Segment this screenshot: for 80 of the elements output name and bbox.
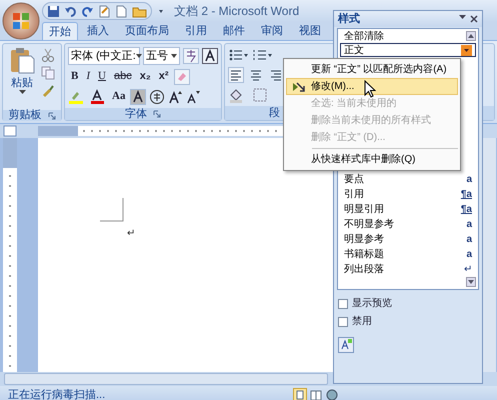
subscript-button[interactable]: x₂ xyxy=(136,68,154,85)
folder-icon[interactable] xyxy=(132,4,147,18)
caret-icon xyxy=(171,54,177,58)
bullet-list-icon[interactable] xyxy=(228,47,248,63)
checkbox[interactable] xyxy=(338,316,348,326)
ribbon-tab[interactable]: 视图 xyxy=(292,22,328,40)
modify-icon xyxy=(292,80,306,92)
horizontal-scrollbar[interactable] xyxy=(4,373,328,385)
style-item[interactable]: 引用 ¶a xyxy=(340,187,476,202)
phonetic-guide-icon[interactable] xyxy=(183,48,199,64)
font-name-field[interactable]: 宋体 (中文正: xyxy=(68,47,140,65)
numbered-list-icon[interactable] xyxy=(252,47,272,63)
strikethrough-button[interactable]: abc xyxy=(110,68,135,85)
reading-layout-icon[interactable] xyxy=(309,388,323,400)
menu-item[interactable]: 更新 “正文” 以匹配所选内容(A) xyxy=(286,61,458,78)
dropdown-icon[interactable] xyxy=(461,44,472,56)
character-shading-icon[interactable] xyxy=(130,88,146,104)
caret-icon xyxy=(136,54,142,58)
mouse-pointer-icon xyxy=(364,80,376,98)
ribbon-tab[interactable]: 页面布局 xyxy=(118,22,176,40)
save-icon[interactable] xyxy=(47,4,60,18)
scissors-icon[interactable] xyxy=(41,48,55,62)
style-item[interactable]: 全部清除 xyxy=(340,29,464,43)
shrink-font-icon[interactable] xyxy=(186,88,202,104)
brush-icon[interactable] xyxy=(41,84,55,98)
margin-corner-icon xyxy=(100,198,124,222)
vertical-scrollbar[interactable] xyxy=(482,138,496,372)
superscript-button[interactable]: x² xyxy=(156,68,172,85)
ribbon-tab[interactable]: 引用 xyxy=(178,22,214,40)
pane-title: 样式 xyxy=(338,12,360,27)
paragraph-mark: ↵ xyxy=(127,227,135,241)
bold-button[interactable]: B xyxy=(68,68,82,85)
ribbon-tab[interactable]: 开始 xyxy=(42,22,78,40)
scroll-up-icon[interactable] xyxy=(466,31,476,41)
checkbox-label: 显示预览 xyxy=(352,297,392,311)
align-left-icon[interactable] xyxy=(228,67,244,83)
scroll-down-icon[interactable] xyxy=(466,277,476,287)
group-label: 字体 xyxy=(125,108,147,120)
enclose-character-icon[interactable] xyxy=(149,88,166,104)
close-icon[interactable] xyxy=(470,15,478,23)
caret-icon xyxy=(18,90,26,95)
undo-icon[interactable] xyxy=(64,4,77,18)
menu-item[interactable]: 修改(M)... xyxy=(286,78,458,95)
ribbon-tab[interactable]: 邮件 xyxy=(216,22,252,40)
dialog-launcher-icon[interactable] xyxy=(153,110,161,118)
ribbon-tab[interactable]: 插入 xyxy=(80,22,116,40)
redo-icon[interactable] xyxy=(81,4,94,18)
style-item[interactable]: 正文 xyxy=(340,43,476,57)
group-label: 剪贴板 xyxy=(8,110,42,121)
character-border-icon[interactable] xyxy=(202,48,218,64)
style-item[interactable]: 明显参考 a xyxy=(340,232,476,247)
underline-button[interactable]: U xyxy=(95,68,109,85)
style-item[interactable]: 书籍标题 a xyxy=(340,247,476,262)
ruler-toggle-icon[interactable] xyxy=(3,125,17,137)
ribbon-tab[interactable]: 审阅 xyxy=(254,22,290,40)
style-item[interactable]: 列出段落 ↵ xyxy=(340,262,476,277)
office-button[interactable] xyxy=(2,2,40,40)
menu-item[interactable]: 从快速样式库中删除(Q) xyxy=(286,151,458,168)
paste-button[interactable]: 粘贴 xyxy=(5,46,39,108)
checkbox-label: 禁用 xyxy=(352,314,372,329)
group-label: 段 xyxy=(269,108,280,118)
window-title: 文档 2 - Microsoft Word xyxy=(174,3,300,20)
new-style-icon[interactable] xyxy=(338,337,354,353)
checkbox[interactable] xyxy=(338,298,348,308)
clipboard-icon xyxy=(9,46,35,74)
dialog-launcher-icon[interactable] xyxy=(48,112,56,120)
style-item[interactable]: 明显引用 ¶a xyxy=(340,202,476,217)
document-icon[interactable] xyxy=(98,4,111,18)
web-layout-icon[interactable] xyxy=(325,388,339,400)
change-case-button[interactable]: Aa xyxy=(110,88,128,105)
font-color-icon[interactable] xyxy=(89,88,107,104)
blank-page-icon[interactable] xyxy=(115,4,128,18)
grow-font-icon[interactable] xyxy=(168,88,184,104)
italic-button[interactable]: I xyxy=(83,68,94,85)
font-size-field[interactable]: 五号 xyxy=(143,47,180,65)
style-item[interactable]: 要点 a xyxy=(340,172,476,187)
status-text: 正在运行病毒扫描... xyxy=(8,388,106,400)
caret-icon[interactable] xyxy=(459,15,466,20)
print-layout-icon[interactable] xyxy=(293,388,307,400)
style-item[interactable]: 不明显参考 a xyxy=(340,217,476,232)
